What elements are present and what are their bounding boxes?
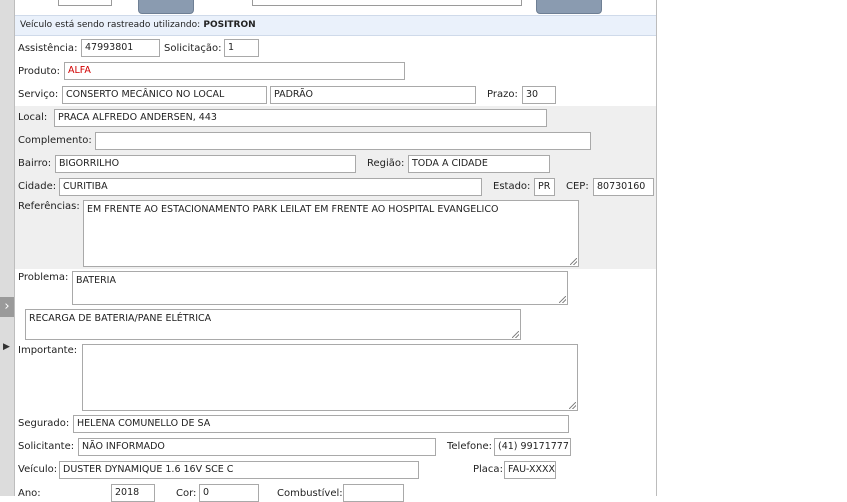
solicitante-label: Solicitante: <box>18 441 75 452</box>
importante-textarea[interactable] <box>82 344 578 411</box>
bairro-label: Bairro: <box>18 158 52 169</box>
combustivel-label: Combustível: <box>277 488 343 499</box>
bairro-field[interactable]: BIGORRILHO <box>55 155 356 173</box>
referencias-text: EM FRENTE AO ESTACIONAMENTO PARK LEILAT … <box>87 204 499 215</box>
assistencia-label: Assistência: <box>18 43 78 54</box>
placa-field[interactable]: FAU-XXXX <box>504 461 556 479</box>
resize-grip-icon[interactable] <box>569 402 576 409</box>
cep-field[interactable]: 80730160 <box>593 178 654 196</box>
veiculo-label: Veículo: <box>18 464 58 475</box>
referencias-textarea[interactable]: EM FRENTE AO ESTACIONAMENTO PARK LEILAT … <box>83 200 579 267</box>
ano-field[interactable]: 2018 <box>111 484 155 502</box>
resize-grip-icon[interactable] <box>559 296 566 303</box>
servico-field[interactable]: CONSERTO MECÂNICO NO LOCAL <box>62 86 267 104</box>
servico-tipo-field[interactable]: PADRÃO <box>270 86 476 104</box>
complemento-field[interactable] <box>95 132 591 150</box>
segurado-label: Segurado: <box>18 418 70 429</box>
produto-label: Produto: <box>18 66 60 77</box>
local-field[interactable]: PRACA ALFREDO ANDERSEN, 443 <box>54 109 547 127</box>
telefone-field[interactable]: (41) 99171777 <box>494 438 571 456</box>
estado-label: Estado: <box>493 181 531 192</box>
cor-field[interactable]: 0 <box>199 484 259 502</box>
solicitacao-label: Solicitação: <box>164 43 222 54</box>
produto-field[interactable]: ALFA <box>64 62 405 80</box>
top-button-left[interactable] <box>138 0 194 14</box>
cor-label: Cor: <box>176 488 197 499</box>
cep-label: CEP: <box>566 181 589 192</box>
regiao-field[interactable]: TODA A CIDADE <box>408 155 550 173</box>
local-label: Local: <box>18 112 48 123</box>
problema-label: Problema: <box>18 272 69 283</box>
triangle-right-icon[interactable]: ▶ <box>3 342 10 352</box>
chevron-right-icon[interactable]: › <box>0 297 14 317</box>
top-text-input[interactable] <box>252 0 522 6</box>
tracking-notice-text: Veículo está sendo rastreado utilizando: <box>20 20 201 30</box>
cidade-field[interactable]: CURITIBA <box>59 178 482 196</box>
assistencia-field[interactable]: 47993801 <box>81 39 160 57</box>
ano-label: Ano: <box>18 488 41 499</box>
servico-label: Serviço: <box>18 89 59 100</box>
referencias-label: Referências: <box>18 201 80 212</box>
problema-text: BATERIA <box>76 275 116 286</box>
tracking-notice: Veículo está sendo rastreado utilizando:… <box>15 15 656 36</box>
regiao-label: Região: <box>367 158 405 169</box>
combustivel-field[interactable] <box>343 484 404 502</box>
left-sidebar <box>0 0 15 496</box>
importante-label: Importante: <box>18 345 78 356</box>
solicitante-field[interactable]: NÃO INFORMADO <box>78 438 436 456</box>
cidade-label: Cidade: <box>18 181 57 192</box>
solicitacao-field[interactable]: 1 <box>224 39 259 57</box>
veiculo-field[interactable]: DUSTER DYNAMIQUE 1.6 16V SCE C <box>59 461 419 479</box>
top-button-right[interactable] <box>536 0 602 14</box>
estado-field[interactable]: PR <box>534 178 555 196</box>
top-input[interactable] <box>58 0 112 6</box>
problema-detalhe-text: RECARGA DE BATERIA/PANE ELÉTRICA <box>29 313 212 324</box>
telefone-label: Telefone: <box>447 441 492 452</box>
prazo-label: Prazo: <box>487 89 518 100</box>
tracking-system: POSITRON <box>203 20 256 30</box>
segurado-field[interactable]: HELENA COMUNELLO DE SA <box>73 415 569 433</box>
resize-grip-icon[interactable] <box>512 331 519 338</box>
prazo-field[interactable]: 30 <box>522 86 556 104</box>
problema-textarea[interactable]: BATERIA <box>72 271 568 305</box>
resize-grip-icon[interactable] <box>570 258 577 265</box>
problema-detalhe-textarea[interactable]: RECARGA DE BATERIA/PANE ELÉTRICA <box>25 309 521 340</box>
placa-label: Placa: <box>473 464 503 475</box>
complemento-label: Complemento: <box>18 135 92 146</box>
